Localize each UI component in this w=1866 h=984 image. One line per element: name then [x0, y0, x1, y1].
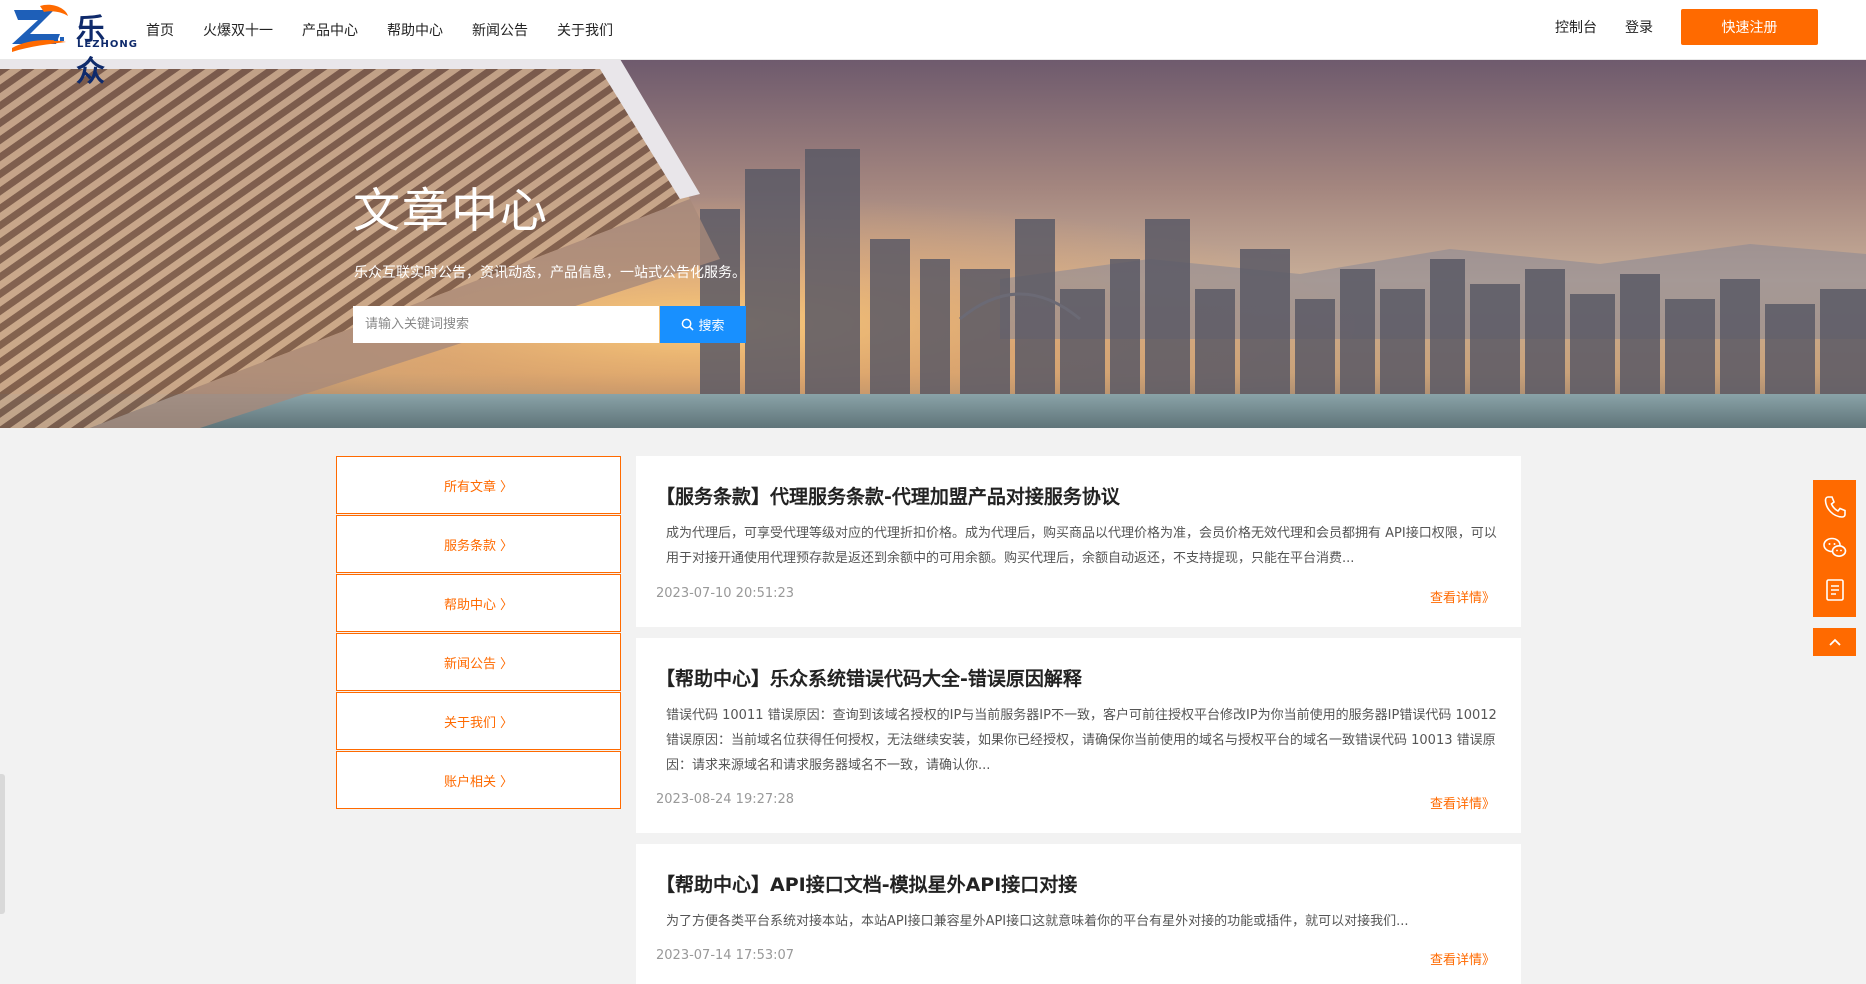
console-link[interactable]: 控制台 [1555, 0, 1597, 56]
logo[interactable]: 乐众 LEZHONG [10, 4, 138, 88]
city-skyline-image [0, 59, 1866, 428]
chevron-right-icon: 〉 [500, 774, 514, 790]
logo-subtext: LEZHONG [77, 39, 138, 50]
nav-double-eleven[interactable]: 火爆双十一 [203, 0, 273, 59]
article-card[interactable]: 【帮助中心】乐众系统错误代码大全-错误原因解释 错误代码 10011 错误原因：… [636, 638, 1521, 833]
chevron-up-icon [1828, 638, 1841, 646]
nav-products[interactable]: 产品中心 [302, 0, 358, 59]
sidebar-item-news[interactable]: 新闻公告〉 [336, 633, 621, 691]
nav-help[interactable]: 帮助中心 [387, 0, 443, 59]
nav-news[interactable]: 新闻公告 [472, 0, 528, 59]
read-more-link[interactable]: 查看详情》 [1430, 587, 1495, 606]
category-sidebar: 所有文章〉 服务条款〉 帮助中心〉 新闻公告〉 关于我们〉 账户相关〉 [336, 456, 621, 810]
sidebar-item-label: 帮助中心 [443, 597, 496, 613]
sidebar-item-label: 账户相关 [443, 774, 496, 790]
article-date: 2023-08-24 19:27:28 [656, 792, 795, 807]
article-card[interactable]: 【帮助中心】API接口文档-模拟星外API接口对接 为了方便各类平台系统对接本站… [636, 844, 1521, 984]
article-date: 2023-07-10 20:51:23 [656, 586, 795, 601]
left-edge-tab[interactable] [0, 774, 5, 914]
sidebar-item-terms[interactable]: 服务条款〉 [336, 515, 621, 573]
chevron-right-icon: 〉 [500, 538, 514, 554]
search-input[interactable] [353, 306, 659, 343]
main-nav: 首页 火爆双十一 产品中心 帮助中心 新闻公告 关于我们 [146, 0, 642, 59]
read-more-link[interactable]: 查看详情》 [1430, 949, 1495, 968]
document-icon[interactable] [1821, 576, 1849, 604]
page-title: 文章中心 [353, 184, 549, 239]
chevron-right-icon: 〉 [500, 715, 514, 731]
logo-mark-icon [12, 4, 68, 52]
article-title[interactable]: 【服务条款】代理服务条款-代理加盟产品对接服务协议 [656, 482, 1120, 509]
article-card[interactable]: 【服务条款】代理服务条款-代理加盟产品对接服务协议 成为代理后，可享受代理等级对… [636, 456, 1521, 627]
search-button-label: 搜索 [698, 319, 725, 334]
article-title[interactable]: 【帮助中心】API接口文档-模拟星外API接口对接 [656, 870, 1077, 897]
sidebar-item-label: 服务条款 [443, 538, 496, 554]
article-summary: 为了方便各类平台系统对接本站，本站API接口兼容星外API接口这就意味着你的平台… [666, 914, 1409, 929]
article-summary: 成为代理后，可享受代理等级对应的代理折扣价格。成为代理后，购买商品以代理价格为准… [666, 526, 1497, 566]
sidebar-item-account[interactable]: 账户相关〉 [336, 751, 621, 809]
article-title[interactable]: 【帮助中心】乐众系统错误代码大全-错误原因解释 [656, 664, 1082, 691]
read-more-link[interactable]: 查看详情》 [1430, 793, 1495, 812]
nav-home[interactable]: 首页 [146, 0, 174, 59]
sidebar-item-label: 关于我们 [443, 715, 496, 731]
chevron-right-icon: 〉 [500, 656, 514, 672]
sidebar-item-help[interactable]: 帮助中心〉 [336, 574, 621, 632]
chevron-right-icon: 〉 [500, 597, 514, 613]
nav-about[interactable]: 关于我们 [557, 0, 613, 59]
back-to-top-button[interactable] [1813, 628, 1856, 656]
sidebar-item-label: 新闻公告 [443, 656, 496, 672]
page-subtitle: 乐众互联实时公告，资讯动态，产品信息，一站式公告化服务。 [354, 265, 746, 281]
login-link[interactable]: 登录 [1625, 0, 1653, 56]
chevron-right-icon: 〉 [500, 479, 514, 495]
search-icon [682, 318, 695, 331]
floating-contact-bar [1813, 480, 1856, 617]
article-summary: 错误代码 10011 错误原因：查询到该域名授权的IP与当前服务器IP不一致，客… [666, 708, 1497, 773]
article-date: 2023-07-14 17:53:07 [656, 948, 795, 963]
register-button[interactable]: 快速注册 [1681, 9, 1818, 45]
hero-banner: 文章中心 乐众互联实时公告，资讯动态，产品信息，一站式公告化服务。 搜索 [0, 59, 1866, 428]
wechat-icon[interactable] [1821, 534, 1849, 562]
sidebar-item-all[interactable]: 所有文章〉 [336, 456, 621, 514]
phone-icon[interactable] [1821, 493, 1849, 521]
sidebar-item-about[interactable]: 关于我们〉 [336, 692, 621, 750]
top-header: 乐众 LEZHONG 首页 火爆双十一 产品中心 帮助中心 新闻公告 关于我们 … [0, 0, 1866, 88]
sidebar-item-label: 所有文章 [443, 479, 496, 495]
search-button[interactable]: 搜索 [660, 306, 746, 343]
